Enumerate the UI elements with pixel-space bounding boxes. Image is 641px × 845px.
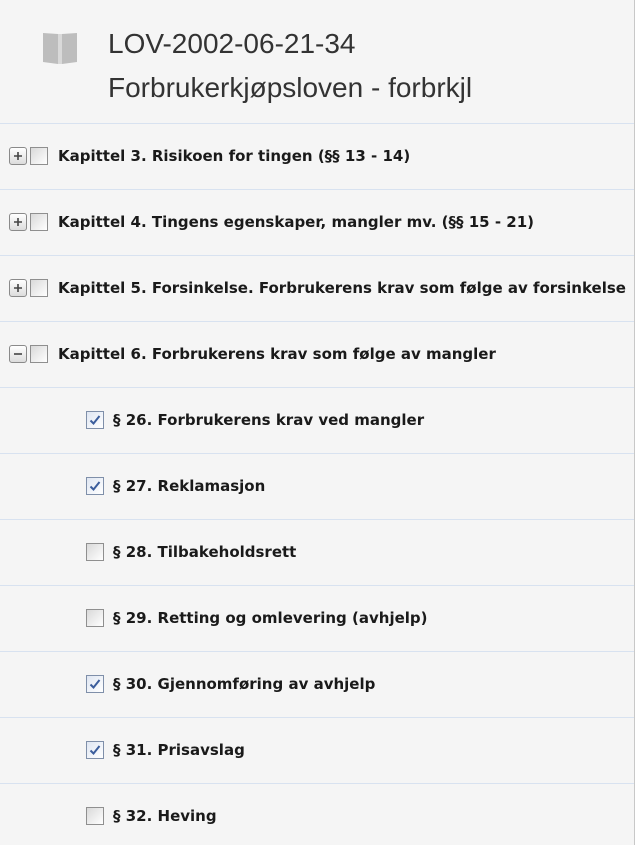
section-label[interactable]: § 27. Reklamasjon [113,476,265,496]
plus-icon [14,284,22,292]
plus-icon [14,218,22,226]
tree-row-chapter-5[interactable]: Kapittel 5. Forsinkelse. Forbrukerens kr… [0,255,634,321]
tree-row-section-29[interactable]: § 29. Retting og omlevering (avhjelp) [0,585,634,651]
law-id: LOV-2002-06-21-34 [108,28,356,59]
expand-toggle[interactable] [9,147,27,165]
minus-icon [14,353,22,355]
tree-row-section-31[interactable]: § 31. Prisavslag [0,717,634,783]
expand-toggle[interactable] [9,279,27,297]
book-icon [43,33,77,64]
row-checkbox[interactable] [30,213,48,231]
chapter-label[interactable]: Kapittel 5. Forsinkelse. Forbrukerens kr… [58,278,626,298]
tree-row-section-28[interactable]: § 28. Tilbakeholdsrett [0,519,634,585]
chapter-label[interactable]: Kapittel 6. Forbrukerens krav som følge … [58,344,496,364]
section-label[interactable]: § 30. Gjennomføring av avhjelp [113,674,375,694]
section-label[interactable]: § 32. Heving [113,806,217,826]
row-checkbox-checked[interactable] [86,675,104,693]
law-header: LOV-2002-06-21-34 Forbrukerkjøpsloven - … [0,0,634,122]
section-label[interactable]: § 28. Tilbakeholdsrett [113,542,296,562]
section-label[interactable]: § 29. Retting og omlevering (avhjelp) [113,608,428,628]
tree-row-section-32[interactable]: § 32. Heving [0,783,634,845]
collapse-toggle[interactable] [9,345,27,363]
plus-icon [14,152,22,160]
law-title: Forbrukerkjøpsloven - forbrkjl [108,72,473,103]
checkmark-icon [89,679,101,689]
row-checkbox[interactable] [86,609,104,627]
chapter-label[interactable]: Kapittel 4. Tingens egenskaper, mangler … [58,212,534,232]
tree-row-chapter-4[interactable]: Kapittel 4. Tingens egenskaper, mangler … [0,189,634,255]
row-checkbox[interactable] [30,147,48,165]
section-label[interactable]: § 26. Forbrukerens krav ved mangler [113,410,424,430]
checkmark-icon [89,481,101,491]
row-checkbox-checked[interactable] [86,741,104,759]
chapter-label[interactable]: Kapittel 3. Risikoen for tingen (§§ 13 -… [58,146,410,166]
checkmark-icon [89,745,101,755]
law-tree-panel: LOV-2002-06-21-34 Forbrukerkjøpsloven - … [0,0,634,845]
tree-row-chapter-6[interactable]: Kapittel 6. Forbrukerens krav som følge … [0,321,634,387]
tree-row-section-30[interactable]: § 30. Gjennomføring av avhjelp [0,651,634,717]
panel-edge [634,0,635,845]
row-checkbox-checked[interactable] [86,477,104,495]
tree-row-chapter-3[interactable]: Kapittel 3. Risikoen for tingen (§§ 13 -… [0,123,634,189]
section-label[interactable]: § 31. Prisavslag [113,740,245,760]
expand-toggle[interactable] [9,213,27,231]
row-checkbox[interactable] [86,543,104,561]
row-checkbox-checked[interactable] [86,411,104,429]
tree-row-section-27[interactable]: § 27. Reklamasjon [0,453,634,519]
tree-row-section-26[interactable]: § 26. Forbrukerens krav ved mangler [0,387,634,453]
checkmark-icon [89,415,101,425]
row-checkbox[interactable] [30,345,48,363]
row-checkbox[interactable] [86,807,104,825]
row-checkbox[interactable] [30,279,48,297]
